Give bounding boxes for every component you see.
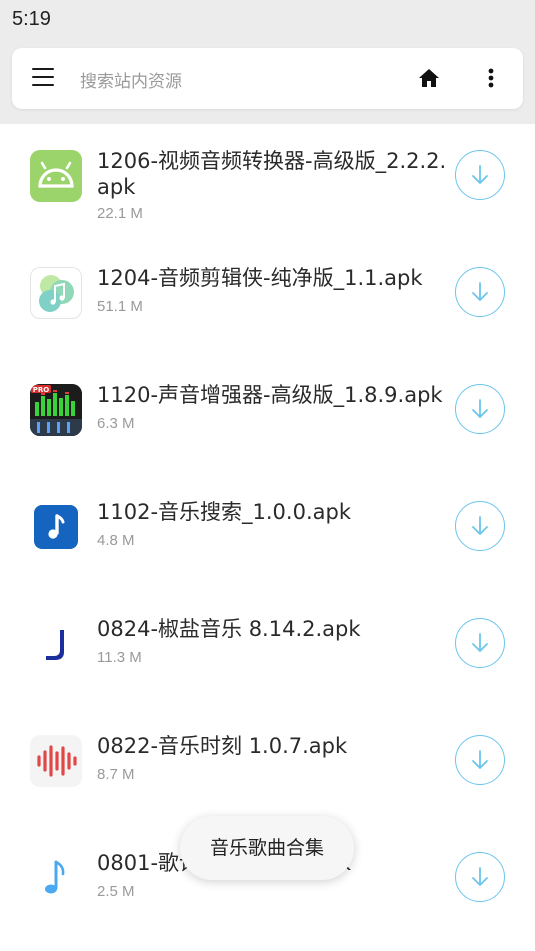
- list-item[interactable]: 1206-视频音频转换器-高级版_2.2.2.apk 22.1 M: [0, 124, 535, 241]
- download-button[interactable]: [455, 735, 505, 785]
- file-size: 2.5 M: [97, 883, 135, 900]
- status-time: 5:19: [12, 8, 51, 30]
- file-name: 1204-音频剪辑侠-纯净版_1.1.apk: [97, 266, 423, 290]
- file-name: 0824-椒盐音乐 8.14.2.apk: [97, 617, 361, 641]
- list-item[interactable]: 1102-音乐搜索_1.0.0.apk 4.8 M: [0, 475, 535, 592]
- equalizer-pro-icon: PRO: [30, 384, 82, 436]
- download-arrow-icon: [472, 867, 488, 886]
- download-button[interactable]: [455, 267, 505, 317]
- sound-wave-icon: [30, 735, 82, 787]
- list-item[interactable]: 0824-椒盐音乐 8.14.2.apk 11.3 M: [0, 592, 535, 709]
- download-arrow-icon: [472, 516, 488, 535]
- download-button[interactable]: [455, 150, 505, 200]
- file-size: 11.3 M: [97, 649, 142, 666]
- music-note-blue-icon: [30, 501, 82, 553]
- status-bar: 5:19: [0, 0, 535, 40]
- download-arrow-icon: [472, 399, 488, 418]
- download-button[interactable]: [455, 501, 505, 551]
- home-icon[interactable]: [417, 66, 441, 90]
- download-arrow-icon: [472, 282, 488, 301]
- download-arrow-icon: [472, 633, 488, 652]
- file-size: 51.1 M: [97, 298, 143, 315]
- hamburger-menu-icon[interactable]: [32, 68, 54, 86]
- file-size: 8.7 M: [97, 766, 135, 783]
- android-icon: [30, 150, 82, 202]
- category-toast[interactable]: 音乐歌曲合集: [180, 816, 354, 880]
- list-item[interactable]: PRO 1120-声音增强器-高级版_1.8.9.apk 6.3 M: [0, 358, 535, 475]
- list-item[interactable]: 0822-音乐时刻 1.0.7.apk 8.7 M: [0, 709, 535, 826]
- jiaoyan-logo-icon: [30, 618, 82, 670]
- file-size: 22.1 M: [97, 205, 143, 222]
- download-button[interactable]: [455, 618, 505, 668]
- search-bar[interactable]: 搜索站内资源: [12, 48, 523, 109]
- file-name: 0822-音乐时刻 1.0.7.apk: [97, 734, 348, 758]
- download-button[interactable]: [455, 852, 505, 902]
- file-name: 1120-声音增强器-高级版_1.8.9.apk: [97, 383, 443, 407]
- download-button[interactable]: [455, 384, 505, 434]
- download-arrow-icon: [472, 750, 488, 769]
- list-item[interactable]: 1204-音频剪辑侠-纯净版_1.1.apk 51.1 M: [0, 241, 535, 358]
- music-note-lightblue-icon: [30, 852, 82, 904]
- more-vertical-icon[interactable]: [482, 66, 500, 90]
- svg-text:PRO: PRO: [33, 386, 50, 394]
- download-arrow-icon: [472, 165, 488, 184]
- search-input[interactable]: 搜索站内资源: [80, 67, 182, 92]
- file-size: 6.3 M: [97, 415, 135, 432]
- file-name: 1102-音乐搜索_1.0.0.apk: [97, 500, 351, 524]
- file-name: 1206-视频音频转换器-高级版_2.2.2.apk: [97, 149, 447, 199]
- music-note-green-icon: [30, 267, 82, 319]
- file-size: 4.8 M: [97, 532, 135, 549]
